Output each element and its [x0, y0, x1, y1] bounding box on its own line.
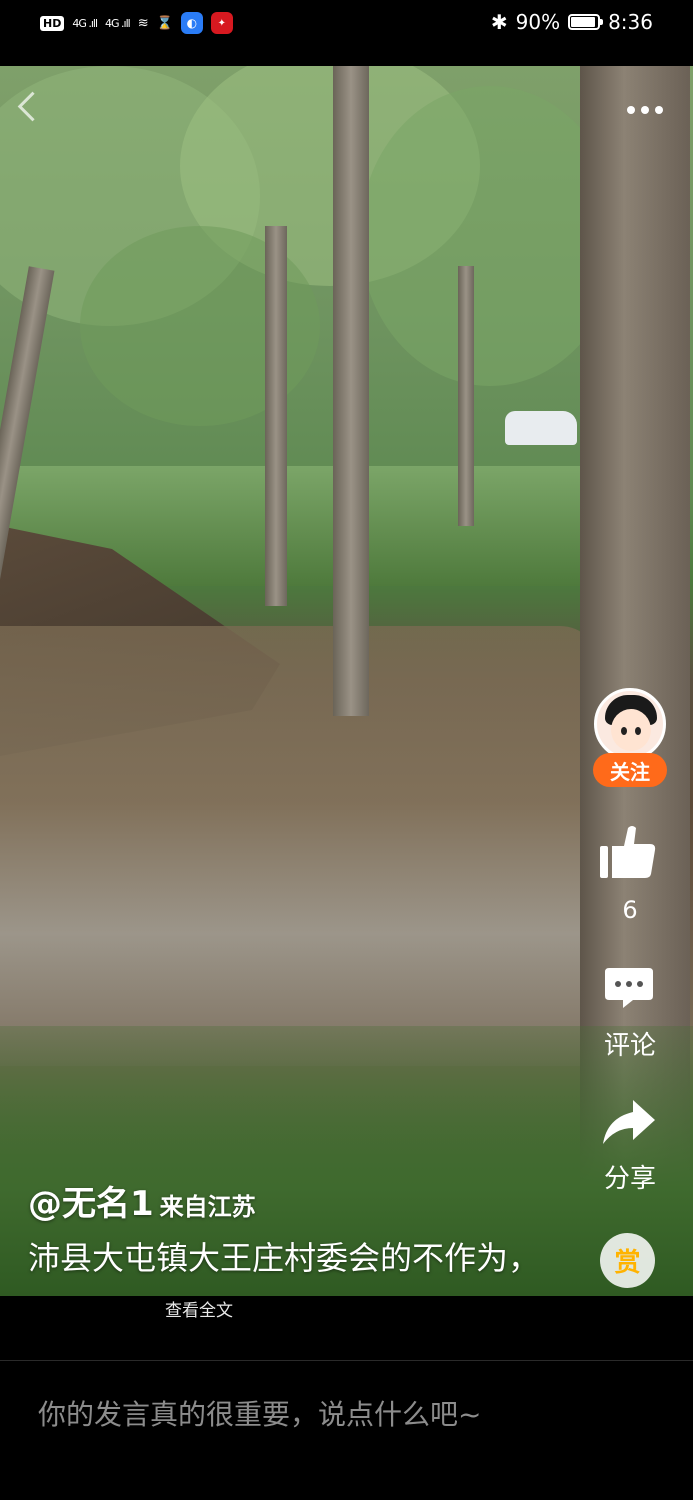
clock: 8:36 — [608, 10, 653, 34]
author-line[interactable]: @无名1 来自江苏 — [28, 1176, 256, 1225]
video-player[interactable] — [0, 66, 693, 1296]
signal-icon: 4G .ıll — [105, 16, 131, 30]
status-left: HD 4G .ıll 4G .ıll ≋ ⌛ ◐ ✦ — [40, 12, 233, 34]
wifi-icon: ≋ — [137, 15, 149, 31]
comment-label[interactable]: 评论 — [592, 1025, 668, 1062]
hd-badge: HD — [40, 15, 65, 31]
avatar[interactable] — [594, 688, 666, 760]
battery-icon — [568, 14, 604, 30]
battery-percent: 90% — [515, 10, 561, 34]
post-description: 沛县大屯镇大王庄村委会的不作为， — [28, 1239, 541, 1277]
status-right: ✱ 90% 8:36 — [491, 10, 653, 34]
reward-icon[interactable]: 赏 — [600, 1233, 655, 1288]
hourglass-icon: ⌛ — [156, 15, 173, 31]
like-icon[interactable] — [598, 822, 658, 882]
flooded-water — [0, 626, 600, 1066]
author-region: 来自江苏 — [159, 1193, 256, 1221]
signal-icon: 4G .ıll — [72, 16, 98, 30]
car-in-background — [505, 411, 577, 445]
notification-app-icon: ◐ — [180, 12, 203, 34]
read-more-link[interactable]: 查看全文 — [165, 1296, 233, 1321]
comment-icon[interactable] — [603, 966, 655, 1010]
notification-app-icon: ✦ — [210, 12, 233, 34]
author-name[interactable]: @无名1 — [28, 1184, 154, 1224]
like-count: 6 — [622, 896, 638, 924]
share-icon[interactable] — [601, 1098, 657, 1146]
bluetooth-icon: ✱ — [490, 10, 508, 34]
follow-button[interactable]: 关注 — [593, 753, 667, 787]
comment-input[interactable]: 你的发言真的很重要，说点什么吧~ — [38, 1393, 481, 1433]
more-icon[interactable] — [622, 100, 668, 120]
share-label[interactable]: 分享 — [592, 1158, 668, 1195]
status-bar: HD 4G .ıll 4G .ıll ≋ ⌛ ◐ ✦ ✱ 90% 8:36 — [0, 0, 693, 50]
divider — [0, 1360, 693, 1361]
